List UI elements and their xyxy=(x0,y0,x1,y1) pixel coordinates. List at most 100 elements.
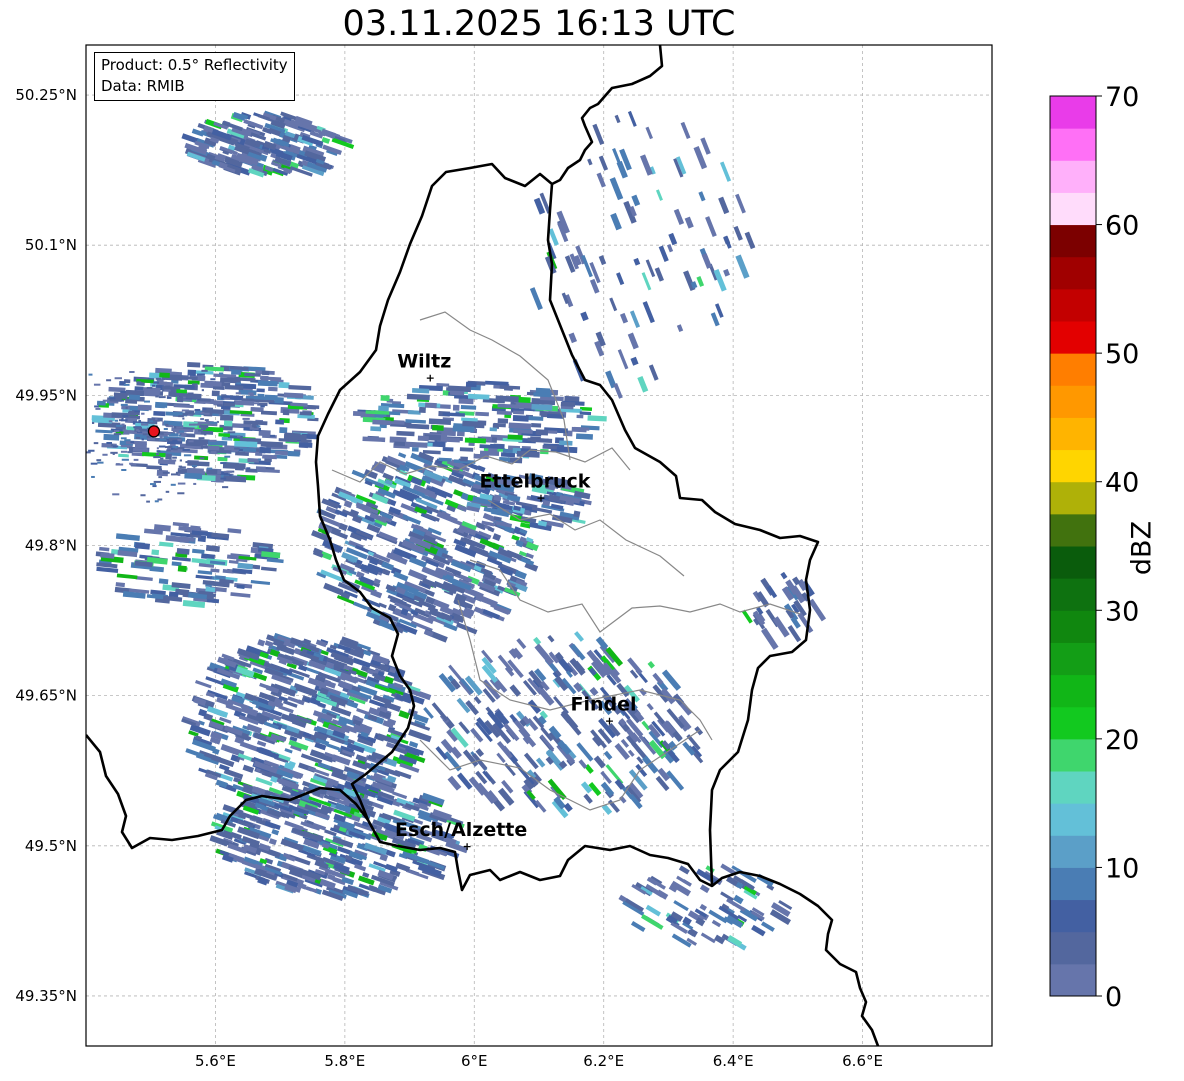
lat-tick-label: 50.1°N xyxy=(25,236,77,254)
echo-pixel xyxy=(206,467,213,470)
lon-tick-label: 6°E xyxy=(461,1052,488,1070)
echo-pixel xyxy=(299,411,312,416)
echo-pixel xyxy=(220,462,227,465)
echo-pixel xyxy=(203,433,207,436)
echo-pixel xyxy=(210,378,216,381)
echo-pixel xyxy=(78,437,85,439)
echo-pixel xyxy=(144,400,150,403)
echo-pixel xyxy=(165,423,169,426)
lat-tick-label: 49.95°N xyxy=(15,386,77,404)
echo-pixel xyxy=(370,426,382,432)
colorbar-segment xyxy=(1050,738,1096,772)
colorbar-segment xyxy=(1050,128,1096,161)
echo-pixel xyxy=(93,442,99,445)
echo-pixel xyxy=(201,389,204,392)
echo-pixel xyxy=(246,467,251,470)
echo-pixel xyxy=(164,446,173,449)
echo-pixel xyxy=(143,444,146,447)
echo-pixel xyxy=(194,408,201,411)
echo-pixel xyxy=(222,462,246,470)
echo-pixel xyxy=(200,430,214,435)
echo-pixel xyxy=(121,423,125,426)
colorbar-segment xyxy=(1050,867,1096,901)
echo-pixel xyxy=(176,396,184,403)
echo-pixel xyxy=(575,433,593,440)
echo-pixel xyxy=(188,440,194,443)
echo-pixel xyxy=(177,565,187,573)
echo-pixel xyxy=(156,447,159,450)
echo-pixel xyxy=(497,418,509,424)
echo-pixel xyxy=(226,554,236,560)
echo-pixel xyxy=(134,410,140,413)
colorbar-segment xyxy=(1050,803,1096,836)
echo-pixel xyxy=(159,372,170,378)
echo-pixel xyxy=(216,420,219,423)
colorbar-segment xyxy=(1050,224,1096,258)
echo-pixel xyxy=(531,403,553,411)
colorbar-tick-label: 10 xyxy=(1105,853,1139,884)
echo-pixel xyxy=(458,398,474,405)
echo-pixel xyxy=(227,431,236,434)
echo-pixel xyxy=(205,586,216,593)
echo-pixel xyxy=(97,461,104,464)
echo-pixel xyxy=(224,455,231,458)
echo-pixel xyxy=(62,441,65,443)
echo-pixel xyxy=(187,392,194,395)
echo-pixel xyxy=(223,402,236,407)
echo-pixel xyxy=(201,369,208,372)
echo-pixel xyxy=(256,388,265,393)
echo-pixel xyxy=(178,415,184,418)
echo-pixel xyxy=(412,387,430,394)
echo-pixel xyxy=(253,426,257,429)
echo-pixel xyxy=(181,434,187,437)
colorbar-segment xyxy=(1050,513,1096,547)
echo-pixel xyxy=(193,482,197,485)
echo-pixel xyxy=(269,434,275,437)
city-marker: + xyxy=(605,715,614,728)
colorbar-segment xyxy=(1050,353,1096,386)
colorbar-segment xyxy=(1050,899,1096,933)
echo-pixel xyxy=(206,594,215,601)
echo-pixel xyxy=(146,386,153,389)
echo-pixel xyxy=(158,396,166,399)
lat-tick-label: 49.35°N xyxy=(15,987,77,1005)
echo-pixel xyxy=(187,361,201,368)
echo-pixel xyxy=(535,429,549,436)
echo-pixel xyxy=(41,431,44,433)
echo-pixel xyxy=(556,446,578,454)
echo-pixel xyxy=(282,409,290,416)
echo-pixel xyxy=(153,456,161,459)
echo-pixel xyxy=(178,430,185,433)
echo-pixel xyxy=(573,510,581,518)
echo-pixel xyxy=(220,414,234,421)
echo-pixel xyxy=(258,458,262,461)
echo-pixel xyxy=(62,404,67,406)
echo-pixel xyxy=(135,436,140,439)
lat-tick-label: 49.5°N xyxy=(25,837,77,855)
echo-pixel xyxy=(579,411,592,416)
echo-pixel xyxy=(165,385,171,388)
echo-pixel xyxy=(187,369,197,376)
echo-pixel xyxy=(152,485,157,488)
echo-pixel xyxy=(81,414,85,416)
echo-pixel xyxy=(41,443,47,445)
echo-pixel xyxy=(212,386,225,390)
echo-pixel xyxy=(242,417,250,420)
echo-pixel xyxy=(512,414,529,422)
echo-pixel xyxy=(112,445,119,448)
product-info-box: Product: 0.5° Reflectivity Data: RMIB xyxy=(94,52,295,101)
city-marker: + xyxy=(463,840,472,853)
echo-pixel xyxy=(162,471,170,474)
colorbar-segment xyxy=(1050,771,1096,804)
echo-pixel xyxy=(220,477,227,480)
echo-pixel xyxy=(260,410,277,416)
lon-tick-label: 6.4°E xyxy=(713,1052,754,1070)
echo-pixel xyxy=(155,403,165,409)
colorbar-segment xyxy=(1050,610,1096,643)
echo-pixel xyxy=(179,466,186,469)
colorbar-segment xyxy=(1050,706,1096,740)
echo-pixel xyxy=(223,475,247,483)
echo-pixel xyxy=(165,453,172,460)
echo-pixel xyxy=(496,410,513,416)
echo-pixel xyxy=(170,483,176,486)
